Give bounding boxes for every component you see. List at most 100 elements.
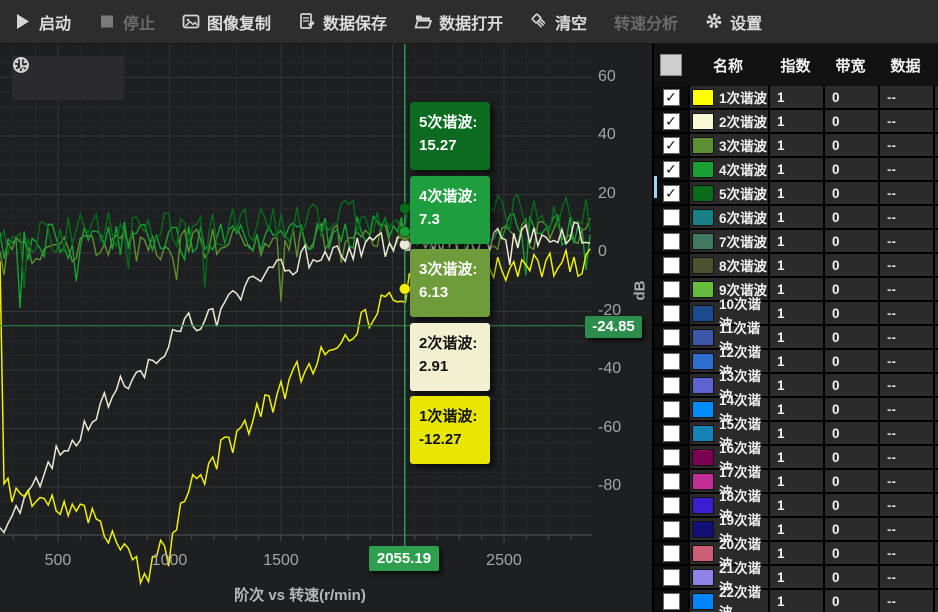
harmonic-row[interactable]: ✓5次谐波10-- [654, 182, 938, 206]
toolbar-item-label: 数据保存 [323, 10, 387, 34]
harmonic-data: -- [880, 446, 935, 468]
row-checkbox[interactable] [663, 281, 680, 298]
row-checkbox[interactable] [663, 593, 680, 610]
row-checkbox[interactable] [663, 353, 680, 370]
harmonic-bandwidth: 0 [825, 422, 880, 444]
row-checkbox[interactable]: ✓ [663, 137, 680, 154]
harmonic-bandwidth: 0 [825, 110, 880, 132]
x-tick-label: 1000 [134, 552, 204, 570]
series-color-swatch [692, 329, 714, 346]
harmonic-row[interactable]: ✓4次谐波10-- [654, 158, 938, 182]
row-checkbox[interactable] [663, 209, 680, 226]
row-checkbox[interactable] [663, 473, 680, 490]
chart-tool-dial-button[interactable] [54, 64, 82, 92]
row-checkbox[interactable] [663, 401, 680, 418]
harmonic-data: -- [880, 302, 935, 324]
column-header-data: 数据 [878, 55, 933, 76]
harmonic-index: 1 [770, 158, 825, 180]
harmonic-row[interactable]: 6次谐波10-- [654, 206, 938, 230]
harmonic-row[interactable]: 8次谐波10-- [654, 254, 938, 278]
toolbar-item-start[interactable]: 启动 [14, 10, 71, 34]
toolbar-item-data-open[interactable]: 数据打开 [414, 10, 503, 34]
row-checkbox[interactable] [663, 497, 680, 514]
harmonic-row[interactable]: 17次谐波10-- [654, 470, 938, 494]
x-tick-label: 1500 [246, 552, 316, 570]
toolbar-item-label: 转速分析 [614, 10, 678, 34]
row-checkbox[interactable] [663, 521, 680, 538]
toolbar-item-image-copy[interactable]: 图像复制 [182, 10, 271, 34]
toolbar-item-label: 清空 [555, 10, 587, 34]
row-checkbox[interactable]: ✓ [663, 113, 680, 130]
toolbar-item-data-save[interactable]: 数据保存 [298, 10, 387, 34]
row-checkbox[interactable] [663, 449, 680, 466]
order-analysis-chart[interactable] [0, 44, 652, 612]
series-color-swatch [692, 473, 714, 490]
harmonic-index: 1 [770, 134, 825, 156]
harmonic-row[interactable]: ✓3次谐波10-- [654, 134, 938, 158]
row-checkbox[interactable] [663, 329, 680, 346]
harmonic-data: -- [880, 326, 935, 348]
row-checkbox[interactable]: ✓ [663, 161, 680, 178]
tooltip-value: 6.13 [419, 281, 490, 304]
row-checkbox[interactable] [663, 569, 680, 586]
harmonic-data: -- [880, 110, 935, 132]
series-color-swatch [692, 281, 714, 298]
harmonic-row[interactable]: 16次谐波10-- [654, 446, 938, 470]
harmonic-bandwidth: 0 [825, 590, 880, 612]
harmonic-name: 1次谐波 [719, 87, 767, 107]
tooltip-series-name: 3次谐波: [419, 258, 490, 281]
y-tick-label: -40 [598, 360, 648, 378]
cursor-dot-1次谐波 [399, 283, 410, 294]
y-tick-label: 60 [598, 68, 648, 86]
harmonic-row[interactable]: 13次谐波10-- [654, 374, 938, 398]
harmonic-bandwidth: 0 [825, 398, 880, 420]
harmonic-row[interactable]: 7次谐波10-- [654, 230, 938, 254]
column-header-bandwidth: 带宽 [823, 55, 878, 76]
harmonic-data: -- [880, 230, 935, 252]
row-checkbox[interactable] [663, 233, 680, 250]
row-checkbox[interactable]: ✓ [663, 89, 680, 106]
y-tick-label: 0 [598, 243, 648, 261]
harmonic-bandwidth: 0 [825, 86, 880, 108]
chart-tool-gear-adjust-button[interactable] [91, 64, 119, 92]
harmonic-row[interactable]: 22次谐波10-- [654, 590, 938, 612]
toolbar-item-label: 图像复制 [207, 10, 271, 34]
harmonic-row[interactable]: 12次谐波10-- [654, 350, 938, 374]
row-checkbox[interactable] [663, 257, 680, 274]
harmonic-bandwidth: 0 [825, 158, 880, 180]
series-color-swatch [692, 377, 714, 394]
harmonic-bandwidth: 0 [825, 446, 880, 468]
harmonic-index: 1 [770, 566, 825, 588]
row-checkbox[interactable] [663, 305, 680, 322]
chart-tooltip: 4次谐波:7.3 [410, 176, 490, 244]
cursor-dot-5次谐波 [399, 203, 410, 214]
harmonic-data: -- [880, 254, 935, 276]
row-checkbox[interactable] [663, 425, 680, 442]
harmonic-row[interactable]: 19次谐波10-- [654, 518, 938, 542]
harmonic-index: 1 [770, 302, 825, 324]
harmonic-row[interactable]: 21次谐波10-- [654, 566, 938, 590]
harmonic-index: 1 [770, 542, 825, 564]
toolbar-item-clear[interactable]: 清空 [530, 10, 587, 34]
series-color-swatch [692, 569, 714, 586]
row-checkbox[interactable] [663, 377, 680, 394]
harmonic-row[interactable]: 11次谐波10-- [654, 326, 938, 350]
harmonic-row[interactable]: ✓1次谐波10-- [654, 86, 938, 110]
harmonic-row[interactable]: ✓2次谐波10-- [654, 110, 938, 134]
harmonic-row[interactable]: 20次谐波10-- [654, 542, 938, 566]
select-all-checkbox[interactable] [660, 54, 682, 76]
harmonic-row[interactable]: 10次谐波10-- [654, 302, 938, 326]
row-checkbox[interactable] [663, 545, 680, 562]
harmonic-index: 1 [770, 254, 825, 276]
harmonic-name: 2次谐波 [719, 111, 767, 131]
toolbar-item-settings[interactable]: 设置 [705, 10, 762, 34]
harmonic-row[interactable]: 15次谐波10-- [654, 422, 938, 446]
harmonic-row[interactable]: 18次谐波10-- [654, 494, 938, 518]
row-checkbox[interactable]: ✓ [663, 185, 680, 202]
harmonic-row[interactable]: 14次谐波10-- [654, 398, 938, 422]
open-icon [414, 12, 432, 31]
cursor-dot-4次谐波 [399, 226, 410, 237]
chart-tooltip: 2次谐波:2.91 [410, 323, 490, 391]
harmonic-row[interactable]: 9次谐波10-- [654, 278, 938, 302]
harmonic-data: -- [880, 278, 935, 300]
